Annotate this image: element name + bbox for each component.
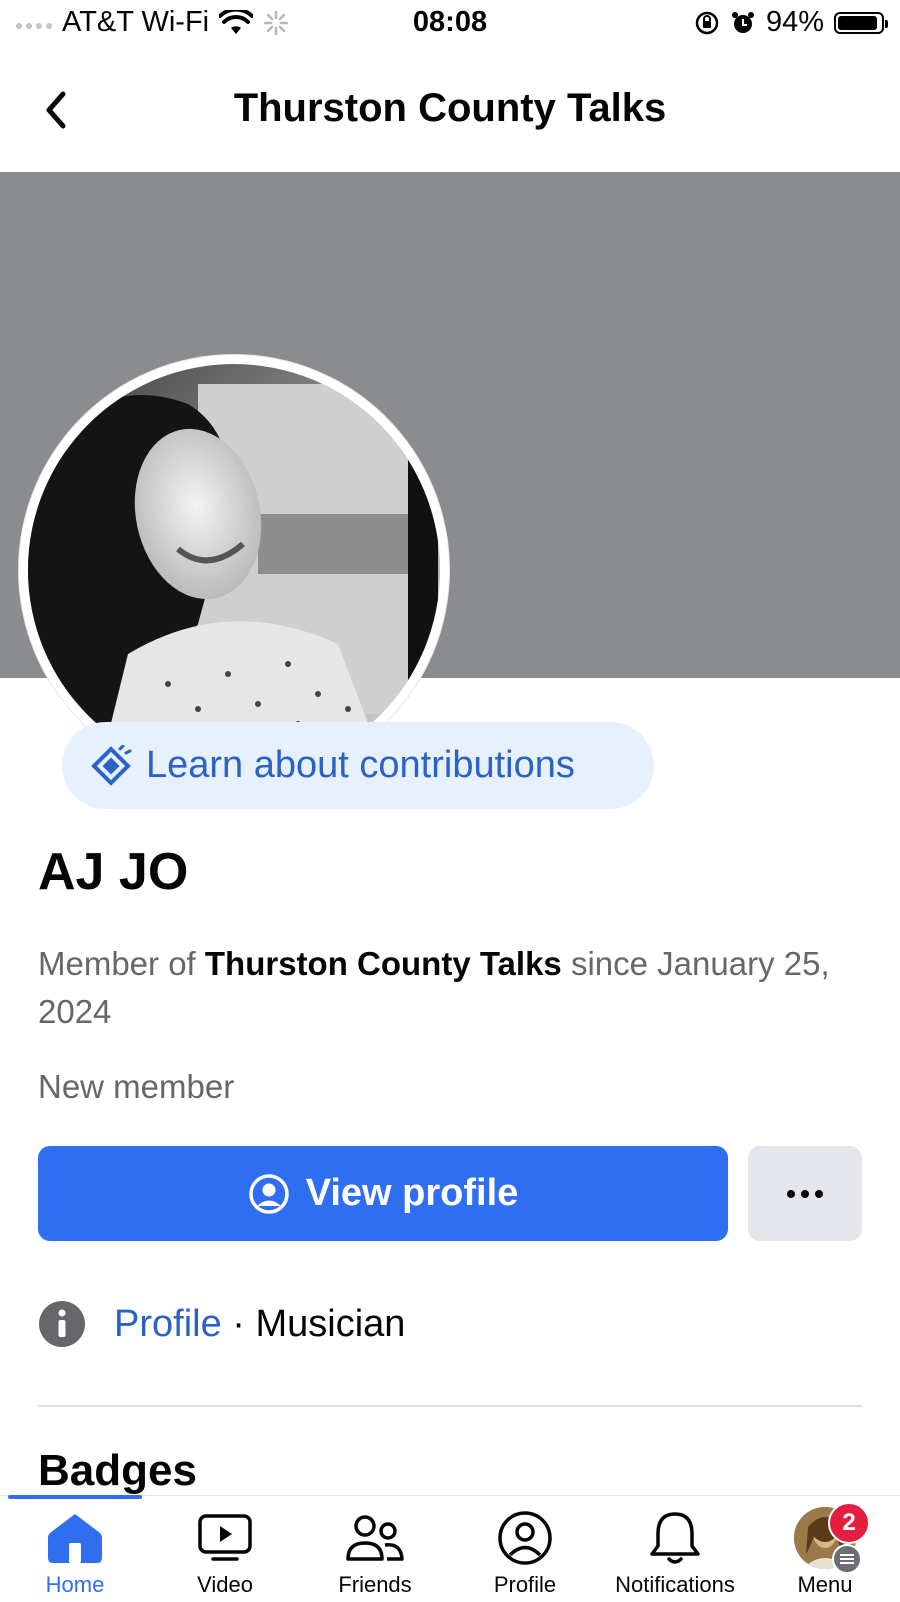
profile-avatar[interactable] xyxy=(19,355,449,785)
menu-lines-icon xyxy=(832,1544,862,1574)
tab-profile[interactable]: Profile xyxy=(450,1506,600,1598)
page-title: Thurston County Talks xyxy=(233,86,667,130)
wifi-icon xyxy=(219,9,254,34)
more-options-button[interactable] xyxy=(748,1146,862,1241)
profile-photo xyxy=(28,364,440,776)
membership-info: Member of Thurston County Talks since Ja… xyxy=(38,940,868,1036)
status-bar: AT&T Wi-Fi 08:08 94% xyxy=(0,0,900,50)
occupation: Musician xyxy=(255,1302,406,1345)
member-prefix: Member of xyxy=(38,945,205,982)
home-icon-wrap xyxy=(47,1506,103,1570)
tab-notifications-label: Notifications xyxy=(615,1572,735,1597)
info-separator: · xyxy=(232,1302,245,1345)
back-button[interactable] xyxy=(28,82,84,138)
signal-dots-icon xyxy=(16,22,52,29)
home-icon xyxy=(48,1514,102,1563)
user-circle-icon xyxy=(248,1173,289,1214)
video-icon-wrap xyxy=(197,1506,253,1570)
tab-video[interactable]: Video xyxy=(150,1506,300,1598)
tab-home-label: Home xyxy=(45,1572,105,1597)
rotation-lock-icon xyxy=(695,11,719,34)
tab-menu-label: Menu xyxy=(797,1572,853,1597)
learn-contributions-label: Learn about contributions xyxy=(146,744,575,786)
view-profile-label: View profile xyxy=(305,1172,519,1214)
profile-link[interactable]: Profile xyxy=(114,1303,222,1345)
tab-home[interactable]: Home xyxy=(0,1506,150,1598)
tab-video-label: Video xyxy=(197,1572,253,1597)
tab-friends[interactable]: Friends xyxy=(300,1506,450,1598)
battery-icon xyxy=(834,11,888,34)
bell-icon xyxy=(650,1512,700,1564)
hamburger-icon xyxy=(840,1554,854,1564)
battery-cap xyxy=(885,19,888,28)
profile-info-row: Profile · Musician xyxy=(38,1299,405,1349)
profile-icon xyxy=(498,1511,552,1565)
video-icon xyxy=(198,1514,252,1561)
friends-icon-wrap xyxy=(345,1506,405,1570)
tab-notifications[interactable]: Notifications xyxy=(600,1506,750,1598)
group-name: Thurston County Talks xyxy=(204,945,562,982)
member-name: AJ JO xyxy=(38,843,189,901)
tab-friends-label: Friends xyxy=(338,1572,412,1597)
battery-percent: 94% xyxy=(765,6,824,38)
active-tab-indicator xyxy=(8,1495,142,1499)
badges-heading: Badges xyxy=(38,1446,197,1495)
bell-icon-wrap xyxy=(648,1506,702,1570)
carrier-label: AT&T Wi-Fi xyxy=(62,6,210,38)
member-status: New member xyxy=(38,1068,235,1105)
loading-spinner-icon xyxy=(263,10,289,35)
alarm-icon xyxy=(731,11,754,33)
status-left: AT&T Wi-Fi xyxy=(16,6,289,39)
profile-icon-wrap xyxy=(497,1506,553,1570)
view-profile-button[interactable]: View profile xyxy=(38,1146,728,1241)
menu-icon-wrap: 2 xyxy=(794,1502,870,1574)
chevron-left-icon xyxy=(46,91,66,129)
more-dots-icon xyxy=(787,1189,823,1198)
battery-fill xyxy=(838,15,878,30)
friends-icon xyxy=(346,1515,404,1561)
info-icon xyxy=(39,1301,85,1347)
tab-profile-label: Profile xyxy=(493,1572,557,1597)
tab-menu[interactable]: 2 Menu xyxy=(750,1502,900,1598)
header: Thurston County Talks xyxy=(0,60,900,170)
notification-count-badge: 2 xyxy=(828,1502,870,1544)
section-divider xyxy=(38,1405,862,1407)
status-right: 94% xyxy=(694,6,888,39)
learn-contributions-button[interactable]: Learn about contributions xyxy=(62,722,654,809)
contributions-diamond-icon xyxy=(91,744,132,786)
